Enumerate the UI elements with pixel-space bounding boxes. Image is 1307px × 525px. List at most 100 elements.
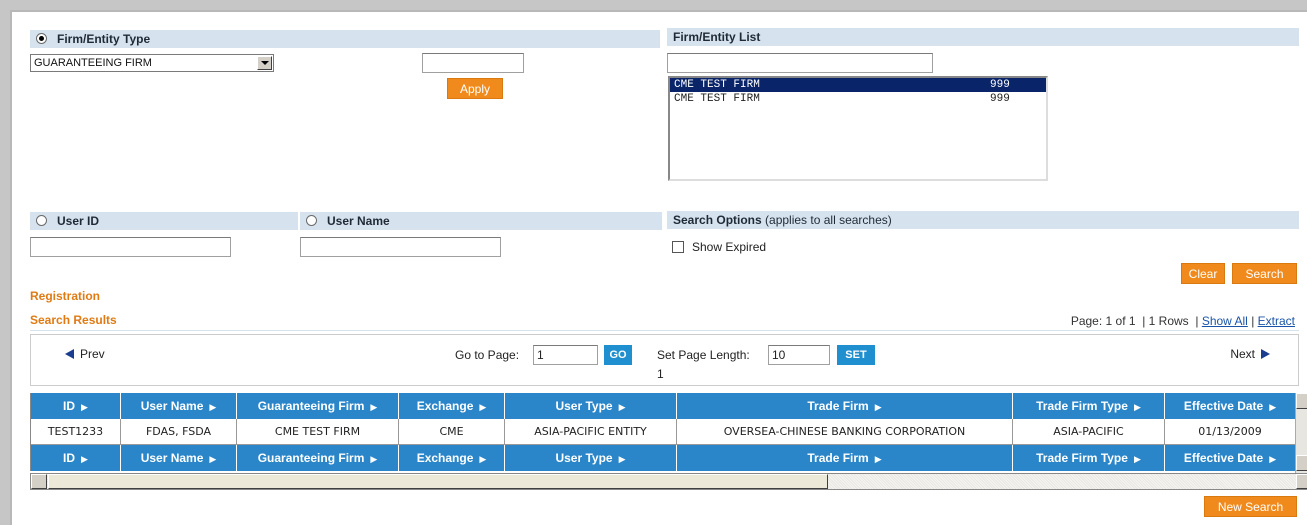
results-summary: Page: 1 of 1 | 1 Rows | Show All | Extra… (1071, 314, 1295, 328)
column-header-label: Effective Date (1183, 399, 1264, 413)
apply-button[interactable]: Apply (447, 78, 503, 99)
user-id-radio[interactable] (36, 215, 47, 226)
firm-entity-list-header: Firm/Entity List (667, 28, 1299, 46)
column-header-label: Effective Date (1183, 451, 1264, 465)
show-expired-option[interactable]: Show Expired (672, 240, 766, 254)
table-header-row: ID ▶ User Name ▶ Guaranteeing Firm ▶ Exchange ▶… (31, 393, 1307, 419)
column-header[interactable]: Effective Date ▶ (1165, 393, 1296, 419)
page-length-input[interactable] (768, 345, 830, 365)
column-header[interactable]: ID ▶ (31, 445, 121, 471)
arrow-right-icon (1261, 349, 1270, 359)
user-name-input[interactable] (300, 237, 501, 257)
show-expired-label: Show Expired (692, 240, 767, 254)
scroll-right-button[interactable] (1296, 474, 1307, 489)
prev-label: Prev (80, 347, 105, 361)
firm-entity-listbox[interactable]: CME TEST FIRM 999 CME TEST FIRM 999 (668, 76, 1048, 181)
column-header[interactable]: User Type ▶ (505, 393, 677, 419)
sort-caret-icon: ▶ (209, 402, 217, 412)
vertical-scrollbar[interactable] (1295, 393, 1307, 473)
firm-entity-type-label: Firm/Entity Type (57, 32, 151, 46)
search-results-bar: Search Results Page: 1 of 1 | 1 Rows | S… (30, 313, 1299, 331)
separator: | (1195, 314, 1199, 328)
table-cell: 01/13/2009 (1165, 419, 1296, 445)
show-all-link[interactable]: Show All (1202, 314, 1248, 328)
table-cell: CME TEST FIRM (237, 419, 399, 445)
column-header[interactable]: Guaranteeing Firm ▶ (237, 393, 399, 419)
column-header[interactable]: Trade Firm ▶ (677, 445, 1013, 471)
new-search-button[interactable]: New Search (1204, 496, 1297, 517)
sort-caret-icon: ▶ (479, 402, 487, 412)
list-item-name: CME TEST FIRM (674, 79, 760, 91)
go-button[interactable]: GO (604, 345, 632, 365)
chevron-down-icon[interactable] (257, 56, 272, 70)
pager-panel: Prev Go to Page: GO Set Page Length: SET… (30, 334, 1299, 386)
column-header-label: Trade Firm Type (1036, 399, 1128, 413)
apply-input[interactable] (422, 53, 524, 73)
column-header[interactable]: User Type ▶ (505, 445, 677, 471)
column-header-label: Trade Firm Type (1036, 451, 1128, 465)
sort-caret-icon: ▶ (1133, 402, 1141, 412)
column-header[interactable]: User Name ▶ (121, 393, 237, 419)
column-header[interactable]: Exchange ▶ (399, 445, 505, 471)
next-label: Next (1230, 347, 1255, 361)
sort-caret-icon: ▶ (1269, 454, 1277, 464)
sort-caret-icon: ▶ (1269, 402, 1277, 412)
column-header[interactable]: Effective Date ▶ (1165, 445, 1296, 471)
sort-caret-icon: ▶ (479, 454, 487, 464)
column-header[interactable]: Trade Firm Type ▶ (1013, 393, 1165, 419)
scroll-down-button[interactable] (1296, 455, 1307, 471)
sort-caret-icon: ▶ (618, 454, 626, 464)
rows-info: | 1 Rows (1142, 314, 1189, 328)
column-header-label: Exchange (416, 451, 474, 465)
column-header-label: Guaranteeing Firm (257, 399, 365, 413)
user-id-label: User ID (57, 214, 100, 228)
page-info: Page: 1 of 1 (1070, 314, 1136, 328)
table-cell: TEST1233 (31, 419, 121, 445)
horizontal-scroll-thumb[interactable] (48, 474, 828, 489)
sort-caret-icon: ▶ (81, 454, 88, 464)
set-button[interactable]: SET (837, 345, 875, 365)
column-header[interactable]: Exchange ▶ (399, 393, 505, 419)
prev-link[interactable]: Prev (65, 347, 105, 361)
firm-entity-list-filter[interactable] (667, 53, 933, 73)
column-header-label: User Name (140, 451, 204, 465)
scroll-up-button[interactable] (1296, 393, 1307, 409)
user-id-header: User ID (30, 212, 298, 230)
clear-button[interactable]: Clear (1181, 263, 1225, 284)
list-item[interactable]: CME TEST FIRM 999 (670, 78, 1046, 92)
column-header-label: Exchange (416, 399, 474, 413)
search-options-label: Search Options (673, 213, 762, 227)
next-link[interactable]: Next (1230, 347, 1270, 361)
separator: | (1251, 314, 1255, 328)
column-header-label: ID (63, 451, 76, 465)
column-header[interactable]: Trade Firm Type ▶ (1013, 445, 1165, 471)
table-cell: FDAS, FSDA (121, 419, 237, 445)
table-footer-header-row: ID ▶ User Name ▶ Guaranteeing Firm ▶ Exchange ▶… (31, 445, 1307, 471)
search-button[interactable]: Search (1232, 263, 1297, 284)
extract-link[interactable]: Extract (1258, 314, 1295, 328)
list-item-name: CME TEST FIRM (674, 93, 760, 105)
column-header[interactable]: User Name ▶ (121, 445, 237, 471)
scroll-left-button[interactable] (31, 474, 47, 489)
table-row[interactable]: TEST1233 FDAS, FSDA CME TEST FIRM CME ASIA-P… (31, 419, 1307, 445)
column-header[interactable]: ID ▶ (31, 393, 121, 419)
firm-entity-type-select[interactable]: GUARANTEEING FIRM (30, 54, 274, 72)
search-options-note: (applies to all searches) (765, 213, 892, 227)
table-cell: CME (399, 419, 505, 445)
user-id-input[interactable] (30, 237, 231, 257)
column-header[interactable]: Guaranteeing Firm ▶ (237, 445, 399, 471)
firm-entity-type-header: Firm/Entity Type (30, 30, 660, 48)
sort-caret-icon: ▶ (370, 402, 378, 412)
table-cell: ASIA-PACIFIC ENTITY (505, 419, 677, 445)
table-cell: ASIA-PACIFIC (1013, 419, 1165, 445)
list-item-code: 999 (990, 93, 1010, 105)
list-item[interactable]: CME TEST FIRM 999 (670, 92, 1046, 106)
goto-page-input[interactable] (533, 345, 598, 365)
column-header[interactable]: Trade Firm ▶ (677, 393, 1013, 419)
user-name-radio[interactable] (306, 215, 317, 226)
horizontal-scrollbar[interactable] (30, 473, 1307, 490)
firm-entity-type-radio[interactable] (36, 33, 47, 44)
registration-label: Registration (30, 289, 101, 303)
show-expired-checkbox[interactable] (672, 241, 684, 253)
user-name-label: User Name (327, 214, 390, 228)
